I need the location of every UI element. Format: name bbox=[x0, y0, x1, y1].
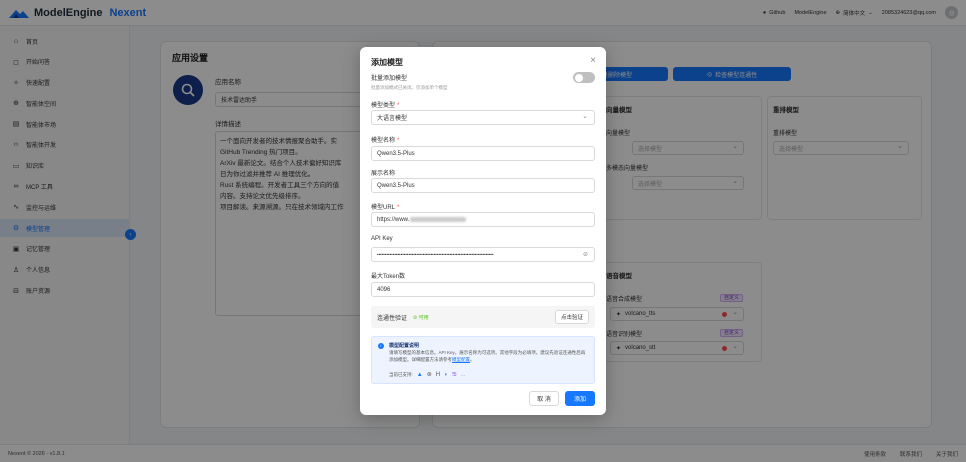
info-box: i 模型配置说明 请填写模型的基本信息。API Key。展示名称为可选项。其他字… bbox=[371, 336, 595, 384]
add-button[interactable]: 添加 bbox=[565, 391, 595, 406]
api-key-input[interactable]: ••••••••••••••••••••••••••••••••••••••••… bbox=[371, 247, 595, 262]
batch-add-label: 批量添加模型 bbox=[371, 76, 408, 82]
deepseek-provider-icon: ◗ bbox=[444, 371, 448, 378]
model-url-label-text: 模型URL bbox=[371, 205, 396, 211]
max-token-label: 最大Token数 bbox=[371, 274, 406, 280]
check-circle-icon: ⊘ bbox=[413, 314, 418, 321]
conn-status-text: 可用 bbox=[418, 314, 429, 321]
info-desc-text: 请填写模型的基本信息。API Key。展示名称为可选项。其他字段为必填项。建议先… bbox=[389, 350, 586, 362]
batch-add-hint: 批量添加模式已关闭。仅添加单个模型 bbox=[371, 85, 448, 90]
model-url-input[interactable]: https://www. bbox=[371, 212, 595, 227]
api-key-value: ••••••••••••••••••••••••••••••••••••••••… bbox=[377, 252, 494, 257]
info-description: 请填写模型的基本信息。API Key。展示名称为可选项。其他字段为必填项。建议先… bbox=[389, 350, 589, 363]
conn-status: ⊘ 可用 bbox=[413, 314, 429, 321]
conn-label: 连通性验证 bbox=[377, 315, 408, 322]
model-name-label-text: 模型名称 bbox=[371, 138, 396, 144]
verify-button[interactable]: 点击验证 bbox=[554, 310, 589, 324]
blurred-url bbox=[410, 217, 467, 222]
model-url-label: 模型URL * bbox=[371, 202, 399, 211]
batch-add-toggle[interactable] bbox=[573, 72, 595, 83]
model-type-select[interactable]: 大语言模型 bbox=[371, 110, 595, 125]
supported-label: 当前已支持: bbox=[389, 371, 413, 377]
supported-providers: 当前已支持: ▲ ⊛ H ◗ ♋ ... bbox=[389, 371, 465, 379]
required-mark: * bbox=[397, 103, 400, 109]
max-token-input[interactable]: 4096 bbox=[371, 282, 595, 297]
required-mark: * bbox=[397, 138, 400, 144]
display-name-input[interactable]: Qwen3.5-Plus bbox=[371, 178, 595, 193]
model-url-value: https://www. bbox=[377, 216, 410, 223]
eye-off-icon[interactable]: ⊘ bbox=[583, 251, 588, 258]
add-model-modal: 添加模型 × 批量添加模型 批量添加模式已关闭。仅添加单个模型 模型类型 * 大语… bbox=[360, 47, 606, 415]
info-icon: i bbox=[378, 343, 384, 349]
model-type-label-text: 模型类型 bbox=[371, 103, 396, 109]
modelengine-provider-icon: ▲ bbox=[416, 371, 423, 378]
openai-provider-icon: ⊛ bbox=[426, 372, 432, 378]
model-name-label: 模型名称 * bbox=[371, 135, 399, 144]
cancel-button[interactable]: 取 消 bbox=[529, 391, 559, 406]
model-type-label: 模型类型 * bbox=[371, 100, 399, 109]
model-config-link[interactable]: 模型配置 bbox=[452, 357, 470, 362]
display-name-label: 展示名称 bbox=[371, 171, 396, 177]
siliconflow-provider-icon: ♋ bbox=[451, 372, 458, 378]
info-title: 模型配置说明 bbox=[389, 343, 420, 349]
connectivity-row: 连通性验证 ⊘ 可用 点击验证 bbox=[371, 306, 595, 328]
model-name-input[interactable]: Qwen3.5-Plus bbox=[371, 146, 595, 161]
huggingface-provider-icon: H bbox=[435, 371, 441, 378]
required-mark: * bbox=[397, 205, 400, 211]
modal-title: 添加模型 bbox=[371, 58, 403, 67]
api-key-label: API Key bbox=[371, 236, 393, 242]
info-desc-end: 。 bbox=[470, 356, 475, 362]
more-providers: ... bbox=[461, 372, 465, 377]
close-icon[interactable]: × bbox=[590, 55, 596, 66]
